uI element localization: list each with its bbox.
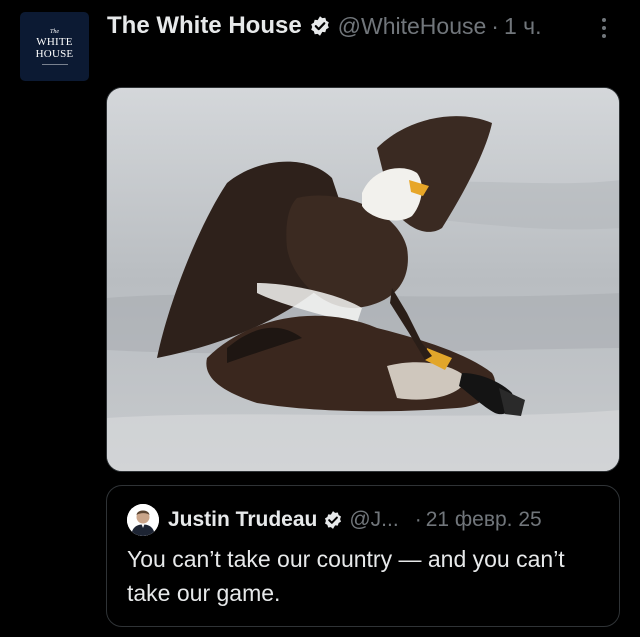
more-dot (602, 18, 606, 22)
avatar-text-white: WHITE (36, 35, 73, 48)
separator-dot: · (414, 508, 422, 531)
separator-dot: · (491, 12, 499, 39)
more-dot (602, 26, 606, 30)
more-vertical-icon[interactable] (594, 14, 614, 42)
avatar-text-the: The (50, 28, 59, 35)
quoted-post[interactable]: Justin Trudeau @J... · 21 февр. 25 You c… (106, 485, 620, 627)
post-header: The White House @WhiteHouse · 1 ч. (107, 10, 542, 42)
person-avatar-icon (127, 504, 159, 536)
quoted-author-avatar[interactable] (127, 504, 159, 536)
bald-eagle-photo (107, 88, 619, 471)
more-dot (602, 34, 606, 38)
quoted-author-name[interactable]: Justin Trudeau (168, 508, 317, 532)
quoted-post-header: Justin Trudeau @J... · 21 февр. 25 (127, 504, 542, 536)
author-name[interactable]: The White House (107, 12, 302, 40)
avatar-text-house: HOUSE (35, 47, 74, 60)
verified-badge-icon (325, 511, 342, 529)
post-timestamp[interactable]: 1 ч. (504, 13, 542, 40)
ice-shade (107, 410, 619, 471)
quoted-post-text: You can’t take our country — and you can… (127, 546, 565, 606)
avatar-divider (41, 63, 68, 65)
quoted-author-handle[interactable]: @J... (349, 508, 398, 532)
post-media-image[interactable] (106, 87, 620, 472)
author-handle[interactable]: @WhiteHouse (338, 13, 487, 40)
author-avatar[interactable]: The WHITE HOUSE (20, 12, 89, 81)
verified-badge-icon (310, 16, 329, 36)
quoted-post-date[interactable]: 21 февр. 25 (426, 508, 542, 532)
